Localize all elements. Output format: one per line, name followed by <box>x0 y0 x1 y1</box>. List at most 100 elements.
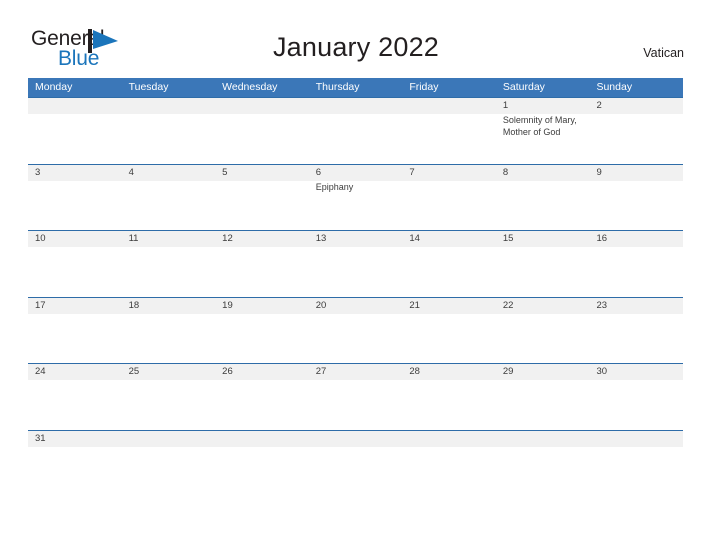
day-number: 28 <box>409 366 420 377</box>
day-number: 27 <box>315 366 327 377</box>
day-number: 1 <box>502 100 509 111</box>
day-number-band <box>121 98 216 114</box>
day-cell-13[interactable]: 13 <box>308 231 403 297</box>
day-number-band <box>308 98 403 114</box>
day-number-band <box>402 430 496 447</box>
day-cell-15[interactable]: 15 <box>495 231 590 297</box>
day-cell-empty <box>121 430 216 458</box>
week-cells: 31 <box>28 430 684 458</box>
day-cell-12[interactable]: 12 <box>215 231 309 297</box>
day-number: 23 <box>596 299 608 311</box>
day-number-band <box>308 430 403 447</box>
day-number-band <box>402 164 496 181</box>
weekday-header-row: Monday Tuesday Wednesday Thursday Friday Satu… <box>28 78 683 97</box>
calendar-weeks: 1 Solemnity of Mary, Mother of God 2 3 4 5 6 Epi… <box>28 97 684 458</box>
week-cells: 17 18 19 20 21 22 23 <box>28 297 684 364</box>
event-text: Epiphany <box>315 181 354 192</box>
day-number: 22 <box>502 299 514 311</box>
day-cell-10[interactable]: 10 <box>28 231 122 297</box>
day-number: 17 <box>35 299 46 311</box>
day-cell-29[interactable]: 29 <box>495 364 590 430</box>
day-cell-24[interactable]: 24 <box>28 364 122 430</box>
day-number: 31 <box>35 432 46 444</box>
day-cell-empty <box>121 98 216 164</box>
day-cell-4[interactable]: 4 <box>121 164 216 231</box>
calendar-week-row: 31 <box>28 429 684 458</box>
day-number: 8 <box>502 166 509 178</box>
day-number: 2 <box>596 100 602 111</box>
day-number-band <box>495 164 590 181</box>
day-number-band <box>495 98 590 114</box>
day-number: 14 <box>409 233 420 244</box>
day-cell-5[interactable]: 5 <box>215 164 309 231</box>
day-cell-28[interactable]: 28 <box>402 364 496 430</box>
week-cells: 24 25 26 27 28 29 30 <box>28 364 684 430</box>
day-cell-1[interactable]: 1 Solemnity of Mary, Mother of God <box>495 98 590 164</box>
day-number-band <box>28 164 122 181</box>
day-number: 20 <box>315 299 327 311</box>
day-cell-9[interactable]: 9 <box>589 164 684 231</box>
day-cell-empty <box>308 430 403 458</box>
day-cell-6[interactable]: 6 Epiphany <box>308 164 403 231</box>
weekday-header-wednesday: Wednesday <box>222 81 278 93</box>
day-cell-26[interactable]: 26 <box>215 364 309 430</box>
week-cells: 3 4 5 6 Epiphany 7 8 9 <box>28 164 684 231</box>
day-cell-16[interactable]: 16 <box>589 231 684 297</box>
day-cell-27[interactable]: 27 <box>308 364 403 430</box>
day-number-band <box>589 430 684 447</box>
calendar-week-row: 24 25 26 27 28 29 30 <box>28 363 684 430</box>
day-number: 3 <box>35 166 41 178</box>
day-number: 30 <box>596 366 608 377</box>
day-number: 18 <box>128 299 140 311</box>
day-number: 10 <box>35 233 46 244</box>
day-cell-7[interactable]: 7 <box>402 164 496 231</box>
day-number: 11 <box>128 233 139 244</box>
event-text: Solemnity of Mary, <box>502 115 577 125</box>
day-cell-empty <box>402 98 496 164</box>
day-cell-8[interactable]: 8 <box>495 164 590 231</box>
calendar-week-row: 10 11 12 13 14 15 16 <box>28 230 684 297</box>
day-cell-31[interactable]: 31 <box>28 430 122 458</box>
day-cell-19[interactable]: 19 <box>215 297 309 364</box>
day-cell-14[interactable]: 14 <box>402 231 496 297</box>
day-cell-30[interactable]: 30 <box>589 364 684 430</box>
day-cell-3[interactable]: 3 <box>28 164 122 231</box>
calendar-week-row: 17 18 19 20 21 22 23 <box>28 296 684 364</box>
calendar-grid: Monday Tuesday Wednesday Thursday Friday Satu… <box>28 78 684 458</box>
event-text: Mother of God <box>502 126 561 137</box>
day-cell-17[interactable]: 17 <box>28 297 122 364</box>
day-number-band <box>215 98 309 114</box>
day-number: 9 <box>596 166 602 178</box>
day-cell-18[interactable]: 18 <box>121 297 216 364</box>
day-number: 16 <box>596 233 608 244</box>
day-number: 19 <box>222 299 233 311</box>
day-cell-20[interactable]: 20 <box>308 297 403 364</box>
day-number-band <box>215 430 309 447</box>
day-number: 24 <box>35 366 46 377</box>
day-number-band <box>308 164 403 181</box>
day-number: 21 <box>409 299 420 311</box>
day-events: Solemnity of Mary, Mother of God <box>503 115 588 138</box>
day-cell-11[interactable]: 11 <box>121 231 216 297</box>
day-cell-21[interactable]: 21 <box>402 297 496 364</box>
day-number: 26 <box>222 366 233 377</box>
day-number: 29 <box>502 366 514 377</box>
day-number-band <box>589 164 684 181</box>
day-number-band <box>28 98 122 114</box>
country-label: Vatican <box>643 46 684 60</box>
weekday-header-tuesday: Tuesday <box>128 81 169 93</box>
day-cell-empty <box>308 98 403 164</box>
page-title: January 2022 <box>272 32 440 62</box>
day-cell-empty <box>402 430 496 458</box>
day-cell-22[interactable]: 22 <box>495 297 590 364</box>
day-number: 25 <box>128 366 140 377</box>
day-cell-23[interactable]: 23 <box>589 297 684 364</box>
day-number: 12 <box>222 233 233 244</box>
day-cell-25[interactable]: 25 <box>121 364 216 430</box>
day-number-band <box>589 98 684 114</box>
weekday-header-sunday: Sunday <box>596 81 633 93</box>
day-cell-2[interactable]: 2 <box>589 98 684 164</box>
page-header: General Blue January 2022 Vatican <box>0 0 712 78</box>
day-cell-empty <box>495 430 590 458</box>
day-events: Epiphany <box>316 182 401 194</box>
